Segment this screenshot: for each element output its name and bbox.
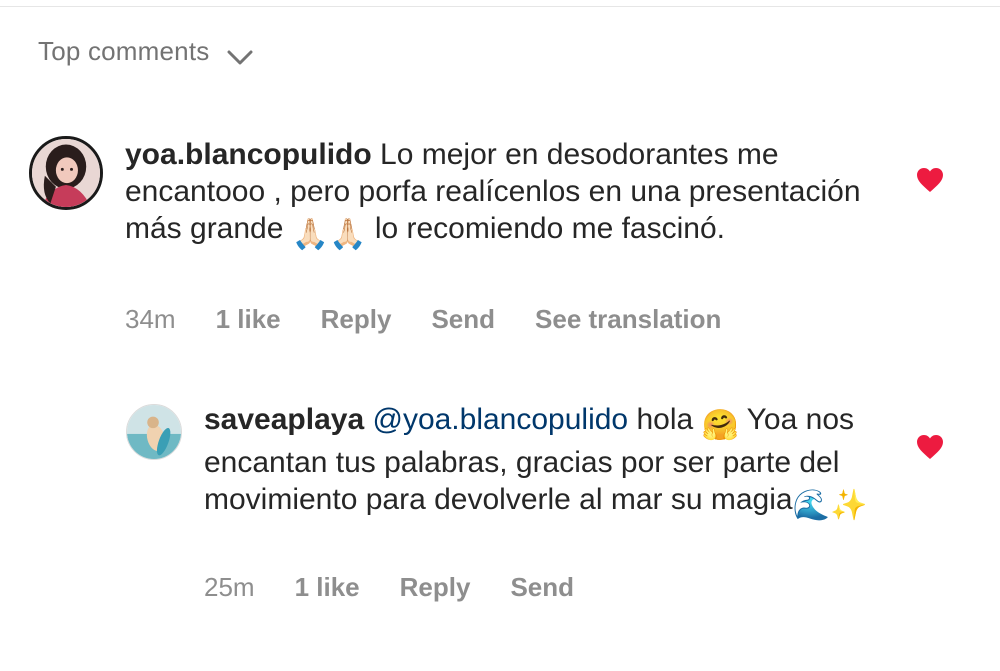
heart-icon[interactable] bbox=[916, 434, 944, 460]
comment-meta: 34m 1 like Reply Send See translation bbox=[125, 304, 761, 335]
comment-username[interactable]: yoa.blancopulido bbox=[125, 138, 372, 171]
reply-button[interactable]: Reply bbox=[400, 572, 471, 603]
hugging-face-emoji-icon: 🤗 bbox=[701, 409, 739, 442]
chevron-down-icon bbox=[227, 43, 253, 64]
avatar[interactable] bbox=[29, 136, 103, 210]
send-button[interactable]: Send bbox=[431, 304, 495, 335]
comment-text: saveaplaya @yoa.blancopulido hola 🤗 Yoa … bbox=[204, 401, 884, 524]
send-button[interactable]: Send bbox=[510, 572, 574, 603]
comment-text-part: hola bbox=[628, 403, 702, 436]
comment-text: yoa.blancopulido Lo mejor en desodorante… bbox=[125, 136, 885, 253]
sort-label: Top comments bbox=[38, 36, 210, 66]
reply-button[interactable]: Reply bbox=[321, 304, 392, 335]
comment-text-part: lo recomiendo me fascinó. bbox=[366, 212, 725, 245]
comments-page: Top comments yoa.blancopulido Lo mejor e… bbox=[0, 0, 1000, 671]
wave-sparkles-emoji-icon: 🌊✨ bbox=[792, 489, 868, 522]
see-translation-button[interactable]: See translation bbox=[535, 304, 721, 335]
folded-hands-emoji-icon: 🙏🏻🙏🏻 bbox=[291, 218, 367, 251]
top-divider bbox=[0, 6, 1000, 7]
heart-icon[interactable] bbox=[916, 167, 944, 193]
comments-sort-dropdown[interactable]: Top comments bbox=[38, 36, 253, 67]
comment-username[interactable]: saveaplaya bbox=[204, 403, 364, 436]
likes-count[interactable]: 1 like bbox=[216, 304, 281, 335]
mention-link[interactable]: @yoa.blancopulido bbox=[372, 403, 628, 436]
comment-timestamp: 25m bbox=[204, 572, 255, 602]
comment-timestamp: 34m bbox=[125, 304, 176, 334]
likes-count[interactable]: 1 like bbox=[295, 572, 360, 603]
comment-meta: 25m 1 like Reply Send bbox=[204, 572, 614, 603]
avatar[interactable] bbox=[126, 404, 182, 460]
